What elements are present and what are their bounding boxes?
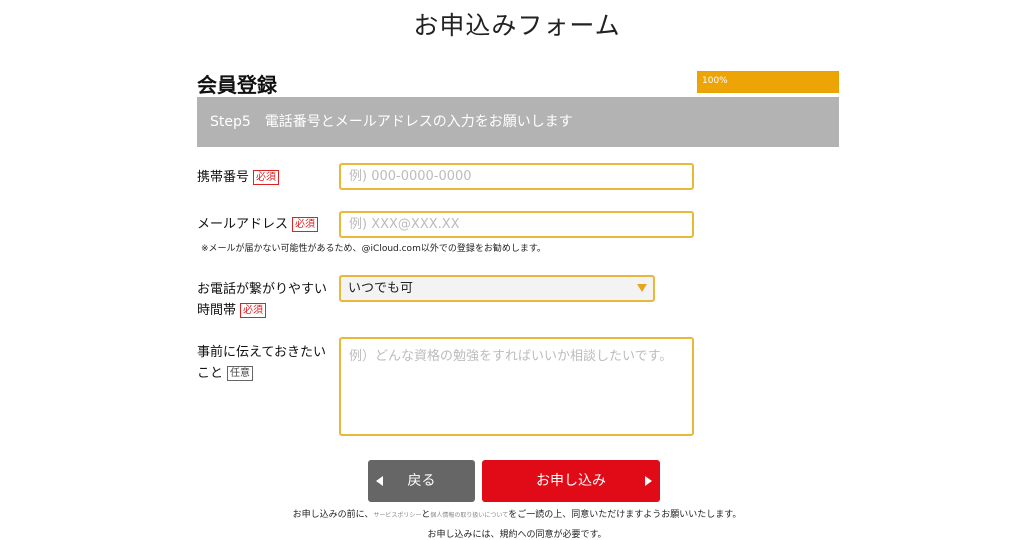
page-title: お申込みフォーム <box>413 11 621 40</box>
submit-button[interactable]: お申し込み <box>482 460 660 502</box>
email-label-text: メールアドレス <box>197 217 289 232</box>
message-textarea[interactable] <box>339 337 694 436</box>
required-badge: 必須 <box>240 303 267 318</box>
arrow-right-icon <box>645 476 652 486</box>
message-label-line2: こと <box>197 366 224 381</box>
progress-label: 100% <box>702 76 728 86</box>
email-input[interactable] <box>339 211 694 238</box>
agree-suffix: をご一読の上、同意いただけますようお願いいたします。 <box>508 510 742 520</box>
time-label-line2: 時間帯 <box>197 303 237 318</box>
back-button[interactable]: 戻る <box>368 460 475 502</box>
phone-label-text: 携帯番号 <box>197 170 250 185</box>
email-label: メールアドレス 必須 <box>197 214 319 235</box>
consent-note: お申し込みには、規約への同意が必要です。 <box>427 530 607 540</box>
phone-label: 携帯番号 必須 <box>197 167 280 188</box>
submit-button-label: お申し込み <box>536 473 606 489</box>
phone-input[interactable] <box>339 163 694 190</box>
dropdown-arrow-icon <box>637 284 647 292</box>
arrow-left-icon <box>376 476 383 486</box>
privacy-link[interactable]: 個人情報の取り扱いについて <box>430 512 508 519</box>
agree-prefix: お申し込みの前に、 <box>292 510 374 520</box>
required-badge: 必須 <box>292 217 319 232</box>
optional-badge: 任意 <box>227 366 254 381</box>
time-label: お電話が繋がりやすい 時間帯 必須 <box>197 279 327 321</box>
progress-bar: 100% <box>697 71 839 93</box>
time-select-value: いつでも可 <box>348 281 414 296</box>
time-label-line1: お電話が繋がりやすい <box>197 282 328 297</box>
message-label-line1: 事前に伝えておきたい <box>197 345 326 360</box>
service-policy-link[interactable]: サービスポリシー <box>373 512 421 519</box>
step-banner: Step5 電話番号とメールアドレスの入力をお願いします <box>197 97 839 147</box>
message-label: 事前に伝えておきたい こと 任意 <box>197 342 326 384</box>
back-button-label: 戻る <box>407 473 436 489</box>
required-badge: 必須 <box>253 170 280 185</box>
agreement-text: お申し込みの前に、サービスポリシーと個人情報の取り扱いについてをご一読の上、同意… <box>0 507 1024 520</box>
email-note: ※メールが届かない可能性があるため、@iCloud.com以外での登録をお勧めし… <box>201 244 546 254</box>
time-select[interactable]: いつでも可 <box>339 275 655 302</box>
section-title: 会員登録 <box>197 73 277 97</box>
